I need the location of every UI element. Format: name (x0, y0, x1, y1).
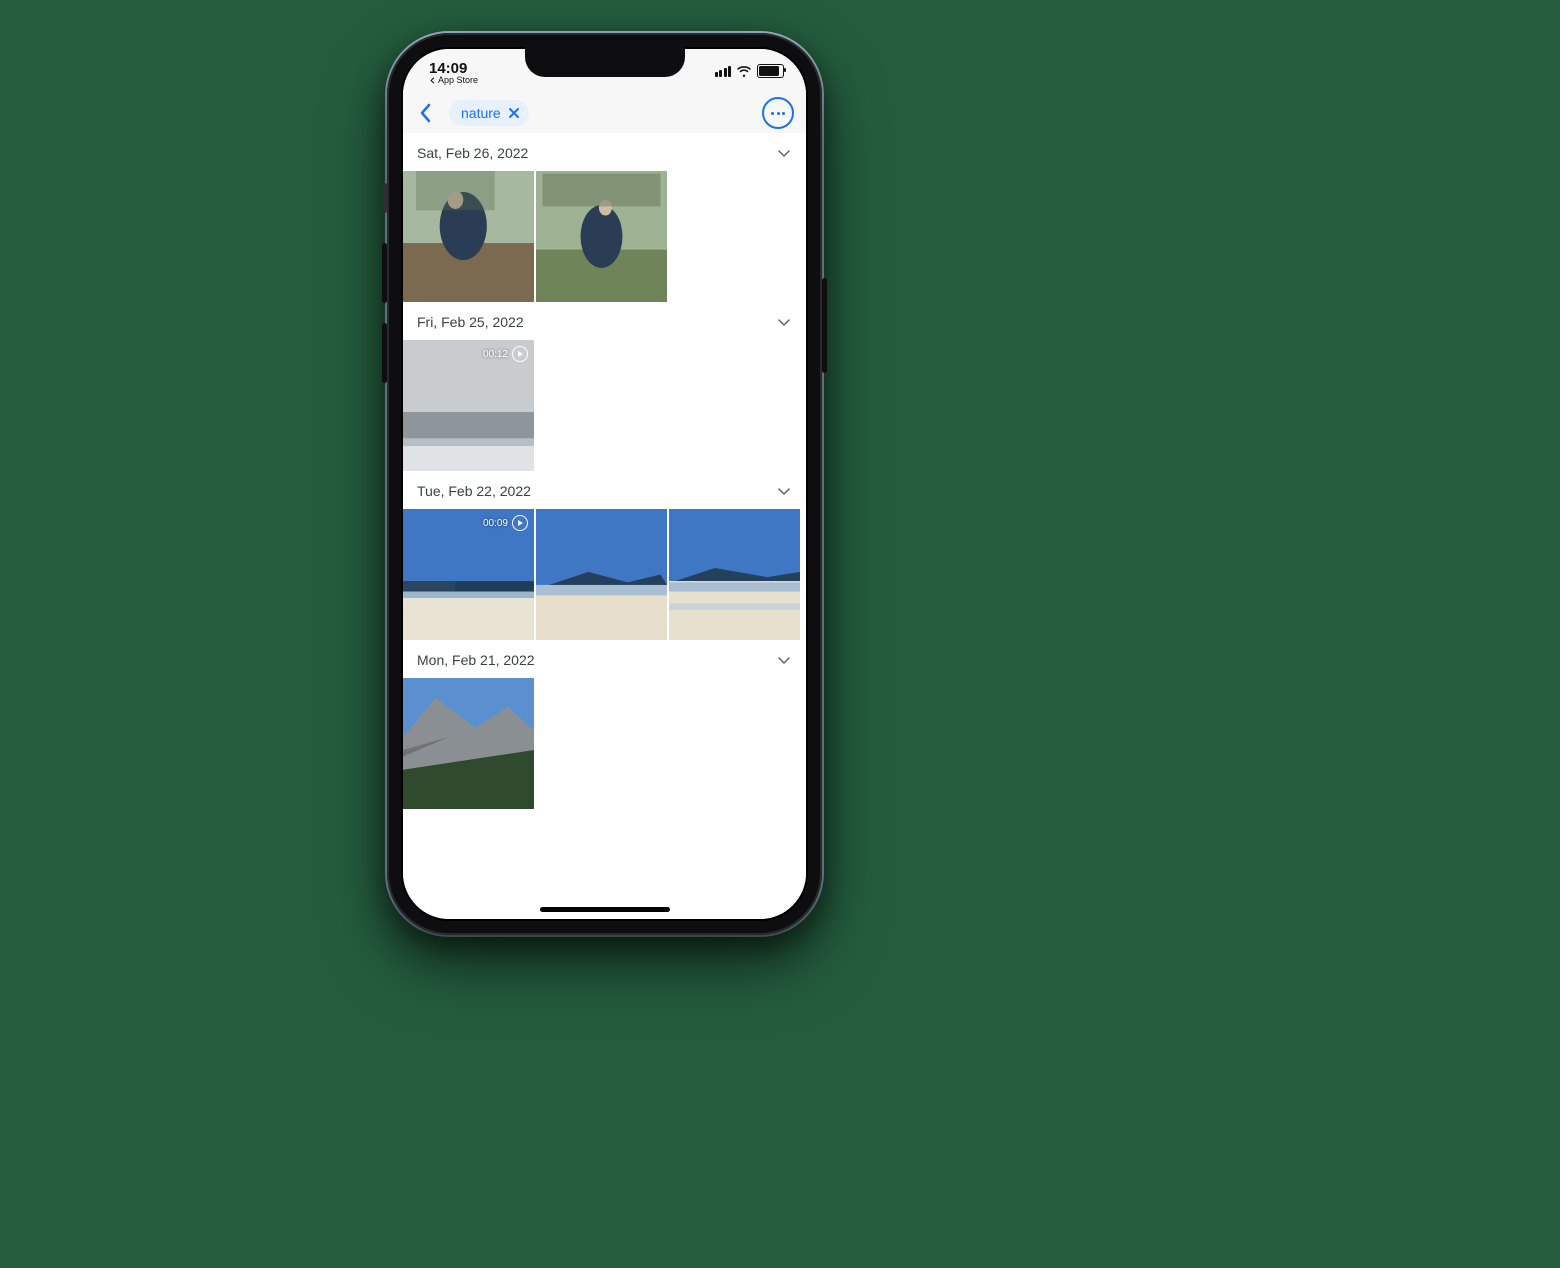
photo-thumbnail[interactable] (669, 509, 800, 640)
results-list[interactable]: Sat, Feb 26, 2022 (403, 133, 806, 919)
clock: 14:09 (429, 61, 478, 76)
date-label: Sat, Feb 26, 2022 (417, 145, 528, 161)
more-options-button[interactable] (762, 97, 794, 129)
chevron-down-icon[interactable] (776, 483, 792, 499)
chevron-down-icon[interactable] (776, 652, 792, 668)
chevron-down-icon[interactable] (776, 145, 792, 161)
cellular-icon (715, 66, 732, 77)
video-duration-badge: 00:12 (483, 346, 528, 362)
video-duration-badge: 00:09 (483, 515, 528, 531)
date-label: Fri, Feb 25, 2022 (417, 314, 524, 330)
chip-label: nature (461, 105, 501, 121)
home-indicator[interactable] (540, 907, 670, 912)
play-icon (512, 346, 528, 362)
video-thumbnail[interactable]: 00:12 (403, 340, 534, 471)
video-thumbnail[interactable]: 00:09 (403, 509, 534, 640)
date-header[interactable]: Fri, Feb 25, 2022 (403, 302, 806, 340)
photo-thumbnail[interactable] (536, 509, 667, 640)
date-header[interactable]: Mon, Feb 21, 2022 (403, 640, 806, 678)
breadcrumb-label: App Store (438, 76, 478, 85)
search-filter-chip[interactable]: nature (449, 100, 529, 126)
date-header[interactable]: Sat, Feb 26, 2022 (403, 133, 806, 171)
date-label: Tue, Feb 22, 2022 (417, 483, 531, 499)
search-header: nature (403, 93, 806, 133)
back-button[interactable] (411, 98, 441, 128)
app-screen: 14:09 App Store (403, 49, 806, 919)
wifi-icon (736, 65, 752, 77)
phone-frame: 14:09 App Store (387, 33, 822, 935)
date-label: Mon, Feb 21, 2022 (417, 652, 535, 668)
breadcrumb[interactable]: App Store (429, 76, 478, 85)
chevron-down-icon[interactable] (776, 314, 792, 330)
date-header[interactable]: Tue, Feb 22, 2022 (403, 471, 806, 509)
volume-up[interactable] (382, 243, 387, 303)
notch (525, 47, 685, 77)
close-icon[interactable] (507, 106, 521, 120)
photo-thumbnail[interactable] (403, 678, 534, 809)
photo-thumbnail[interactable] (536, 171, 667, 302)
power-button[interactable] (822, 278, 827, 373)
mute-switch[interactable] (383, 183, 387, 213)
photo-thumbnail[interactable] (403, 171, 534, 302)
battery-icon (757, 64, 784, 78)
play-icon (512, 515, 528, 531)
volume-down[interactable] (382, 323, 387, 383)
